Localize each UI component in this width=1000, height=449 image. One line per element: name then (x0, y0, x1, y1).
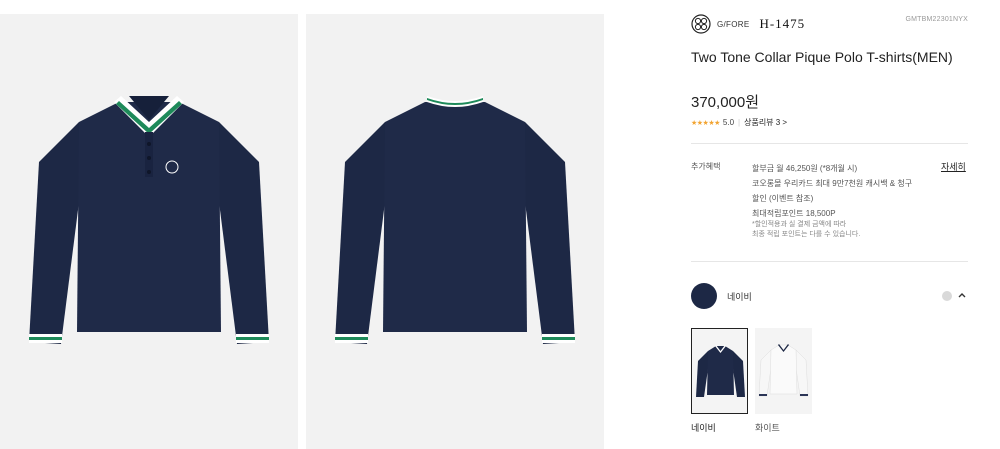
benefits-note: *할인적용과 실 결제 금액에 따라 최종 적립 포인트는 다를 수 있습니다. (752, 220, 932, 240)
color-selector-row[interactable]: 네이비 (691, 283, 968, 309)
color-option-label: 네이비 (691, 423, 716, 433)
color-option-white-thumbnail[interactable] (755, 328, 812, 414)
benefits-list: 할부금 월 46,250원 (*8개월 시) 코오롱몰 우리카드 최대 9만7천… (752, 161, 932, 221)
product-image-front[interactable] (0, 14, 298, 449)
brand-sub-logo: H-1475 (759, 16, 806, 31)
benefit-line: 코오롱몰 우리카드 최대 9만7천원 캐시백 & 청구 (752, 179, 913, 188)
navy-polo-thumbnail-image (696, 345, 745, 397)
benefit-line: 할부금 월 46,250원 (*8개월 시) (752, 164, 858, 173)
selected-color-swatch (691, 283, 717, 309)
gfore-logo-icon (691, 14, 711, 34)
rating-row: ★★★★★ 5.0 | 상품리뷰 3 > (691, 117, 787, 128)
product-price: 370,000원 (691, 94, 760, 111)
reviews-link[interactable]: 상품리뷰 3 > (744, 117, 787, 128)
indicator-dot-icon (942, 291, 952, 301)
divider (691, 143, 968, 144)
color-option-label: 화이트 (755, 423, 780, 433)
product-title: Two Tone Collar Pique Polo T-shirts(MEN) (691, 49, 953, 65)
benefit-line: 할인 (이벤트 참조) (752, 194, 814, 203)
divider (691, 261, 968, 262)
rating-separator: | (738, 118, 741, 127)
brand-row[interactable]: G/FORE H-1475 (691, 14, 805, 34)
rating-stars-icon: ★★★★★ (691, 119, 720, 127)
polo-back-illustration (335, 95, 575, 344)
white-polo-thumbnail-image (758, 344, 809, 397)
selected-color-name: 네이비 (727, 291, 752, 302)
benefit-line: 최대적립포인트 18,500P (752, 209, 836, 218)
color-option-navy-thumbnail[interactable] (691, 328, 748, 414)
brand-name: G/FORE (717, 19, 750, 29)
benefit-note-line: 최종 적립 포인트는 다를 수 있습니다. (752, 231, 861, 238)
rating-score: 5.0 (722, 118, 735, 127)
benefits-detail-link[interactable]: 자세히 (941, 160, 966, 173)
benefit-note-line: *할인적용과 실 결제 금액에 따라 (752, 221, 847, 228)
chevron-up-icon[interactable] (956, 289, 968, 301)
benefits-label: 추가혜택 (691, 162, 721, 171)
product-image-back[interactable] (306, 14, 604, 449)
polo-front-illustration (29, 95, 269, 344)
product-sku: GMTBM22301NYX (905, 16, 968, 23)
